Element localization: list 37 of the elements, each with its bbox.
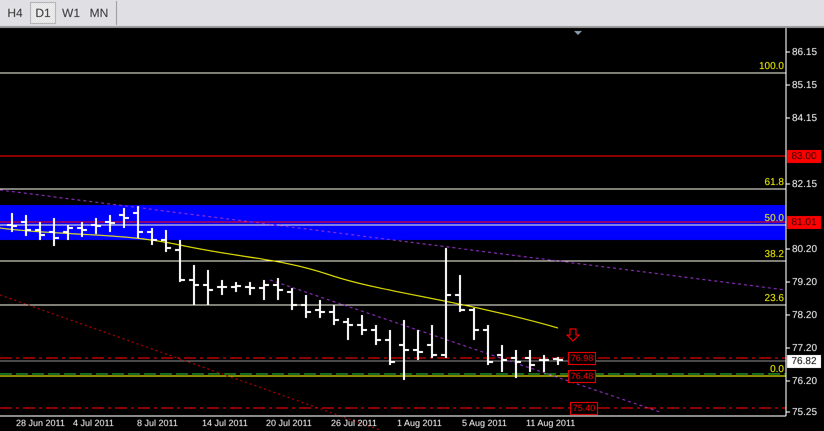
price-level-tag: 76.98 [568, 352, 596, 365]
price-axis-label: 82.15 [792, 179, 818, 190]
price-axis-label: 85.15 [792, 80, 818, 91]
date-axis-label: 11 Aug 2011 [526, 418, 576, 429]
price-level-tag: 81.01 [787, 216, 821, 229]
fibonacci-label: 0.0 [770, 364, 784, 375]
fibonacci-label: 23.6 [764, 293, 784, 304]
date-axis-label: 1 Aug 2011 [397, 418, 442, 429]
fibonacci-label: 50.0 [764, 213, 784, 224]
date-axis-label: 14 Jul 2011 [202, 418, 248, 429]
date-axis-label: 20 Jul 2011 [266, 418, 312, 429]
price-axis-label: 84.15 [792, 113, 818, 124]
price-level-tag: 76.48 [568, 370, 596, 383]
scroll-marker-icon [574, 31, 582, 35]
price-axis-label: 79.20 [792, 277, 818, 288]
date-axis-label: 26 Jul 2011 [331, 418, 377, 429]
price-axis-label: 78.20 [792, 310, 818, 321]
price-axis-label: 76.20 [792, 376, 818, 387]
price-axis-label: 80.20 [792, 244, 818, 255]
fibonacci-label: 61.8 [764, 177, 784, 188]
price-level-tag: 83.00 [787, 150, 821, 163]
fibonacci-label: 100.0 [758, 61, 784, 72]
timeframe-tab[interactable]: MN [86, 2, 112, 24]
date-axis-label: 4 Jul 2011 [73, 418, 114, 429]
date-axis-label: 5 Aug 2011 [462, 418, 507, 429]
price-level-tag: 75.40 [570, 402, 598, 415]
price-axis-label: 75.25 [792, 407, 818, 418]
price-axis-label: 86.15 [792, 47, 818, 58]
date-axis-label: 8 Jul 2011 [137, 418, 178, 429]
down-arrow-icon [566, 328, 580, 342]
timeframe-tab[interactable]: H4 [2, 2, 28, 24]
current-price-tag: 76.82 [787, 355, 821, 368]
date-axis-label: 28 Jun 2011 [16, 418, 65, 429]
price-axis-label: 77.20 [792, 343, 818, 354]
fibonacci-label: 38.2 [764, 249, 784, 260]
timeframe-tab[interactable]: D1 [30, 2, 56, 24]
timeframe-tab[interactable]: W1 [58, 2, 84, 24]
